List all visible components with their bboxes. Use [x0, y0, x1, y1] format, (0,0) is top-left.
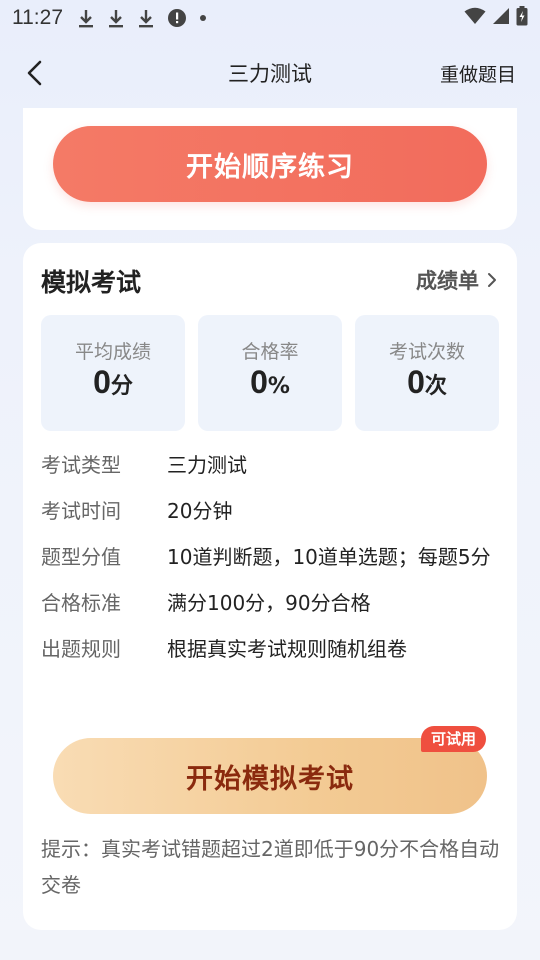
stat-label: 考试次数: [388, 341, 465, 363]
info-row-pass-standard: 合格标准 满分100分，90分合格: [41, 586, 501, 620]
info-key: 考试类型: [41, 453, 121, 477]
battery-icon: [516, 5, 528, 31]
info-value: 20分钟: [167, 499, 233, 523]
stat-unit: 次: [424, 374, 447, 399]
wifi-icon: [464, 6, 486, 30]
score-report-link[interactable]: 成绩单: [416, 265, 497, 295]
info-key: 题型分值: [41, 545, 121, 569]
chevron-right-icon: [488, 273, 496, 287]
exam-tip: 提示：真实考试错题超过2道即低于90分不合格自动交卷: [41, 837, 500, 897]
start-sequential-practice-button[interactable]: 开始顺序练习: [53, 126, 487, 202]
info-value: 10道判断题，10道单选题；每题5分: [167, 545, 491, 569]
info-key: 出题规则: [41, 637, 121, 661]
info-row-question-scoring: 题型分值 10道判断题，10道单选题；每题5分: [41, 540, 501, 574]
score-report-label: 成绩单: [416, 269, 479, 293]
signal-icon: [492, 6, 510, 30]
page-title: 三力测试: [228, 62, 312, 86]
stat-value-group: 0次: [407, 364, 447, 401]
trial-badge: 可试用: [421, 726, 487, 752]
redo-questions-button[interactable]: 重做题目: [440, 60, 516, 87]
stat-exam-count: 考试次数 0次: [355, 315, 499, 431]
bottom-area: [0, 930, 540, 960]
practice-card: 开始顺序练习: [23, 108, 517, 230]
back-button[interactable]: [20, 58, 50, 88]
stat-value-group: 0分: [93, 364, 133, 401]
status-bar: 11:27: [0, 0, 540, 36]
status-time: 11:27: [12, 6, 63, 29]
page: 11:27 三力测试 重做题目 开始顺序练习 模拟考试 成绩单 平均成绩 0分 …: [0, 0, 540, 960]
stat-pass-rate: 合格率 0%: [198, 315, 342, 431]
dot-icon: [199, 14, 207, 22]
stat-average-score: 平均成绩 0分: [41, 315, 185, 431]
section-title: 模拟考试: [41, 268, 142, 297]
stat-value-group: 0%: [250, 364, 290, 401]
info-row-question-rules: 出题规则 根据真实考试规则随机组卷: [41, 632, 501, 666]
download-icon: [77, 8, 95, 28]
info-row-exam-time: 考试时间 20分钟: [41, 494, 501, 528]
stats-row: 平均成绩 0分 合格率 0% 考试次数 0次: [41, 315, 499, 431]
download-icon: [137, 8, 155, 28]
stat-value: 0: [407, 364, 425, 400]
stat-label: 平均成绩: [74, 341, 151, 363]
status-right: [464, 5, 528, 31]
mock-exam-card: 模拟考试 成绩单 平均成绩 0分 合格率 0% 考试次数 0次 考试类型 三力测…: [23, 243, 517, 930]
stat-unit: %: [267, 374, 290, 399]
chevron-left-icon: [27, 60, 42, 86]
stat-label: 合格率: [241, 341, 299, 363]
stat-value: 0: [93, 364, 111, 400]
info-key: 考试时间: [41, 499, 121, 523]
exam-info-list: 考试类型 三力测试 考试时间 20分钟 题型分值 10道判断题，10道单选题；每…: [41, 448, 501, 678]
alert-icon: [167, 8, 187, 28]
info-row-exam-type: 考试类型 三力测试: [41, 448, 501, 482]
nav-bar: 三力测试 重做题目: [0, 48, 540, 98]
stat-value: 0: [250, 364, 268, 400]
info-value: 三力测试: [167, 453, 247, 477]
info-key: 合格标准: [41, 591, 121, 615]
info-value: 满分100分，90分合格: [167, 591, 371, 615]
info-value: 根据真实考试规则随机组卷: [167, 637, 407, 661]
stat-unit: 分: [110, 374, 133, 399]
download-icon: [107, 8, 125, 28]
